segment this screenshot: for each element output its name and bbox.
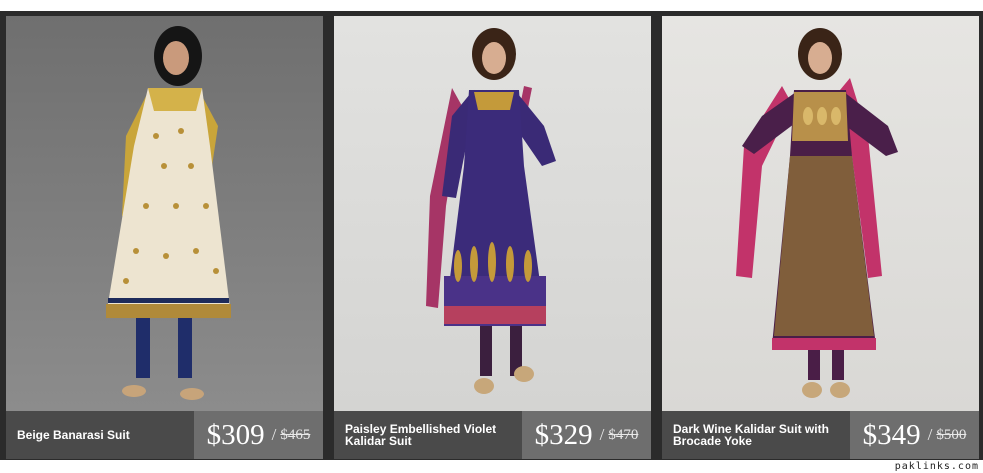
price-box: $349 / $500 [850, 411, 979, 459]
current-price: $329 [534, 418, 593, 451]
price-separator: / [927, 425, 933, 444]
product-title[interactable]: Dark Wine Kalidar Suit with Brocade Yoke [673, 411, 848, 459]
original-price: $500 [936, 426, 967, 443]
product-card[interactable]: Paisley Embellished Violet Kalidar Suit … [334, 16, 651, 459]
product-caption-bar: Dark Wine Kalidar Suit with Brocade Yoke… [662, 411, 979, 459]
price-separator: / [599, 425, 605, 444]
product-card[interactable]: Beige Banarasi Suit $309 / $465 [6, 16, 323, 459]
product-image[interactable] [662, 16, 979, 411]
product-title[interactable]: Beige Banarasi Suit [17, 411, 192, 459]
product-caption-bar: Beige Banarasi Suit $309 / $465 [6, 411, 323, 459]
current-price: $349 [862, 418, 921, 451]
product-image[interactable] [6, 16, 323, 411]
price-box: $329 / $470 [522, 411, 651, 459]
price-separator: / [271, 425, 277, 444]
price-box: $309 / $465 [194, 411, 323, 459]
original-price: $465 [280, 426, 311, 443]
original-price: $470 [608, 426, 639, 443]
product-title[interactable]: Paisley Embellished Violet Kalidar Suit [345, 411, 520, 459]
product-card[interactable]: Dark Wine Kalidar Suit with Brocade Yoke… [662, 16, 979, 459]
product-caption-bar: Paisley Embellished Violet Kalidar Suit … [334, 411, 651, 459]
product-image[interactable] [334, 16, 651, 411]
current-price: $309 [206, 418, 265, 451]
site-watermark: paklinks.com [894, 461, 979, 472]
